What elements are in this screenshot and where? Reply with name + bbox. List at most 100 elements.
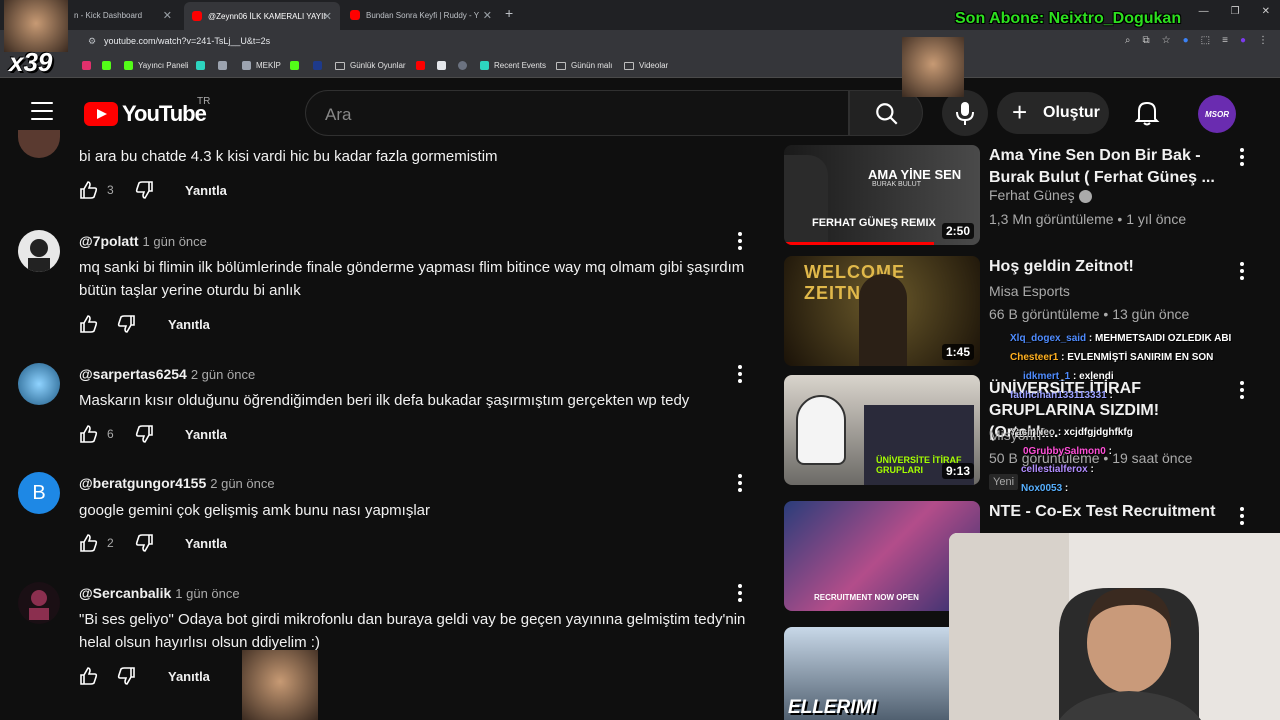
bookmark-2[interactable]: [196, 61, 205, 70]
bookmark-star-icon[interactable]: ☆: [1162, 35, 1171, 46]
comment-avatar[interactable]: [18, 582, 60, 624]
close-window-icon[interactable]: ✕: [1262, 6, 1270, 17]
url-field[interactable]: youtube.com/watch?v=241-TsLj__U&t=2s: [104, 36, 270, 46]
comment-author[interactable]: @7polatt 1 gün önce: [79, 233, 207, 249]
thumbnail-person: [859, 274, 907, 366]
youtube-icon: [350, 10, 360, 20]
tab-ruddy[interactable]: Bundan Sonra Keyfi | Ruddy - Y ✕: [342, 4, 500, 26]
like-button[interactable]: [79, 314, 99, 339]
dislike-button[interactable]: [134, 424, 154, 449]
comment-avatar[interactable]: [18, 230, 60, 272]
dislike-button[interactable]: [134, 180, 154, 205]
like-button[interactable]: [79, 533, 99, 558]
menu-icon[interactable]: ⋮: [1258, 35, 1268, 46]
tab-zeynn06[interactable]: @Zeynn06 İLK KAMERALI YAYIN ✕: [184, 2, 340, 30]
comment-avatar[interactable]: B: [18, 472, 60, 514]
video-title[interactable]: NTE - Co-Ex Test Recruitment: [989, 501, 1229, 523]
comment-more-icon[interactable]: [738, 584, 744, 605]
puzzle-icon[interactable]: ⬚: [1201, 35, 1210, 46]
channel-name[interactable]: Misa Esports: [989, 283, 1070, 299]
video-more-icon[interactable]: [1240, 262, 1246, 283]
comment-time[interactable]: 1 gün önce: [143, 234, 207, 249]
bookmark-yayinci-paneli[interactable]: Yayıncı Paneli: [124, 61, 189, 70]
bookmark-mekip[interactable]: MEKİP: [242, 61, 281, 70]
comment-time[interactable]: 2 gün önce: [191, 367, 255, 382]
close-tab-icon[interactable]: ✕: [323, 10, 332, 23]
video-more-icon[interactable]: [1240, 148, 1246, 169]
close-tab-icon[interactable]: ✕: [483, 9, 492, 22]
bookmark-instagram[interactable]: [82, 61, 91, 70]
hamburger-menu-icon[interactable]: [31, 102, 53, 126]
new-tab-button[interactable]: +: [505, 5, 513, 21]
comment-more-icon[interactable]: [738, 232, 744, 253]
like-button[interactable]: [79, 424, 99, 449]
video-thumbnail[interactable]: ÜNİVERSİTE İTİRAF GRUPLARI 9:13: [784, 375, 980, 485]
zoom-icon[interactable]: ⌕: [1125, 35, 1131, 46]
thumbnail-meme-face: [796, 395, 846, 465]
video-title[interactable]: Hoş geldin Zeitnot!: [989, 256, 1229, 278]
reply-button[interactable]: Yanıtla: [168, 669, 210, 684]
video-more-icon[interactable]: [1240, 507, 1246, 528]
bookmark-3[interactable]: [218, 61, 227, 70]
dislike-button[interactable]: [116, 666, 136, 691]
reply-button[interactable]: Yanıtla: [185, 183, 227, 198]
bookmark-5[interactable]: [290, 61, 299, 70]
country-code: TR: [197, 96, 211, 107]
site-info-icon[interactable]: ⚙: [88, 36, 96, 47]
bookmark-videolar[interactable]: Videolar: [624, 61, 668, 70]
video-title[interactable]: Ama Yine Sen Don Bir Bak - Burak Bulut (…: [989, 145, 1229, 189]
bookmark-gunun-mali[interactable]: Günün malı: [556, 61, 612, 70]
folder-icon: [335, 61, 345, 70]
comment-author[interactable]: @sarpertas6254 2 gün önce: [79, 366, 255, 382]
account-avatar[interactable]: MSOR: [1198, 95, 1236, 133]
bookmark-gunluk-oyunlar[interactable]: Günlük Oyunlar: [335, 61, 406, 70]
youtube-logo-icon[interactable]: [84, 102, 118, 126]
thumbnail-title: RECRUITMENT NOW OPEN: [814, 593, 919, 602]
comment-author[interactable]: @beratgungor4155 2 gün önce: [79, 475, 275, 491]
minimize-icon[interactable]: —: [1199, 6, 1209, 17]
image-icon: [437, 61, 446, 70]
reply-button[interactable]: Yanıtla: [185, 427, 227, 442]
bookmark-kick[interactable]: [102, 61, 111, 70]
youtube-logo-text[interactable]: YouTube: [122, 101, 207, 127]
maximize-icon[interactable]: ❐: [1231, 6, 1240, 17]
dislike-button[interactable]: [116, 314, 136, 339]
bookmark-6[interactable]: [313, 61, 322, 70]
create-button[interactable]: + Oluştur: [997, 92, 1109, 134]
instagram-icon: [82, 61, 91, 70]
comment-avatar[interactable]: [18, 363, 60, 405]
thumbs-down-icon: [135, 181, 153, 199]
comment-more-icon[interactable]: [738, 365, 744, 386]
thumbnail-subtitle: BURAK BULUT: [872, 181, 922, 188]
bookmark-10[interactable]: [458, 61, 467, 70]
video-thumbnail[interactable]: WELCOME ZEITNOT 1:45: [784, 256, 980, 366]
bookmark-9[interactable]: [437, 61, 446, 70]
comment-avatar[interactable]: [18, 130, 60, 158]
globe-icon: [458, 61, 467, 70]
close-tab-icon[interactable]: ✕: [163, 9, 172, 22]
video-more-icon[interactable]: [1240, 381, 1246, 402]
comment-author[interactable]: @Sercanbalik 1 gün önce: [79, 585, 240, 601]
profile-icon[interactable]: ●: [1240, 35, 1246, 46]
install-icon[interactable]: ⧉: [1143, 35, 1150, 46]
bookmark-youtube[interactable]: [416, 61, 425, 70]
comment-actions: 2 Yanıtla: [79, 533, 379, 557]
reply-button[interactable]: Yanıtla: [168, 317, 210, 332]
dislike-button[interactable]: [134, 533, 154, 558]
watch-progress-bar: [784, 242, 934, 245]
notifications-bell-icon[interactable]: [1134, 99, 1160, 132]
comment-time[interactable]: 2 gün önce: [210, 476, 274, 491]
like-button[interactable]: [79, 180, 99, 205]
comment-more-icon[interactable]: [738, 474, 744, 495]
video-meta: 66 B görüntüleme • 13 gün önce: [989, 306, 1190, 322]
video-thumbnail[interactable]: AMA YİNE SEN BURAK BULUT FERHAT GÜNEŞ RE…: [784, 145, 980, 245]
media-icon[interactable]: ≡: [1222, 35, 1228, 46]
like-button[interactable]: [79, 666, 99, 691]
channel-name[interactable]: Ferhat Güneş: [989, 187, 1092, 203]
bookmark-recent-events[interactable]: Recent Events: [480, 61, 546, 70]
reply-button[interactable]: Yanıtla: [185, 536, 227, 551]
comment-time[interactable]: 1 gün önce: [175, 586, 239, 601]
search-input[interactable]: Ara: [305, 90, 849, 136]
chat-username: fatihcihan133113331: [1010, 390, 1107, 401]
extension-icon[interactable]: ●: [1183, 35, 1189, 46]
